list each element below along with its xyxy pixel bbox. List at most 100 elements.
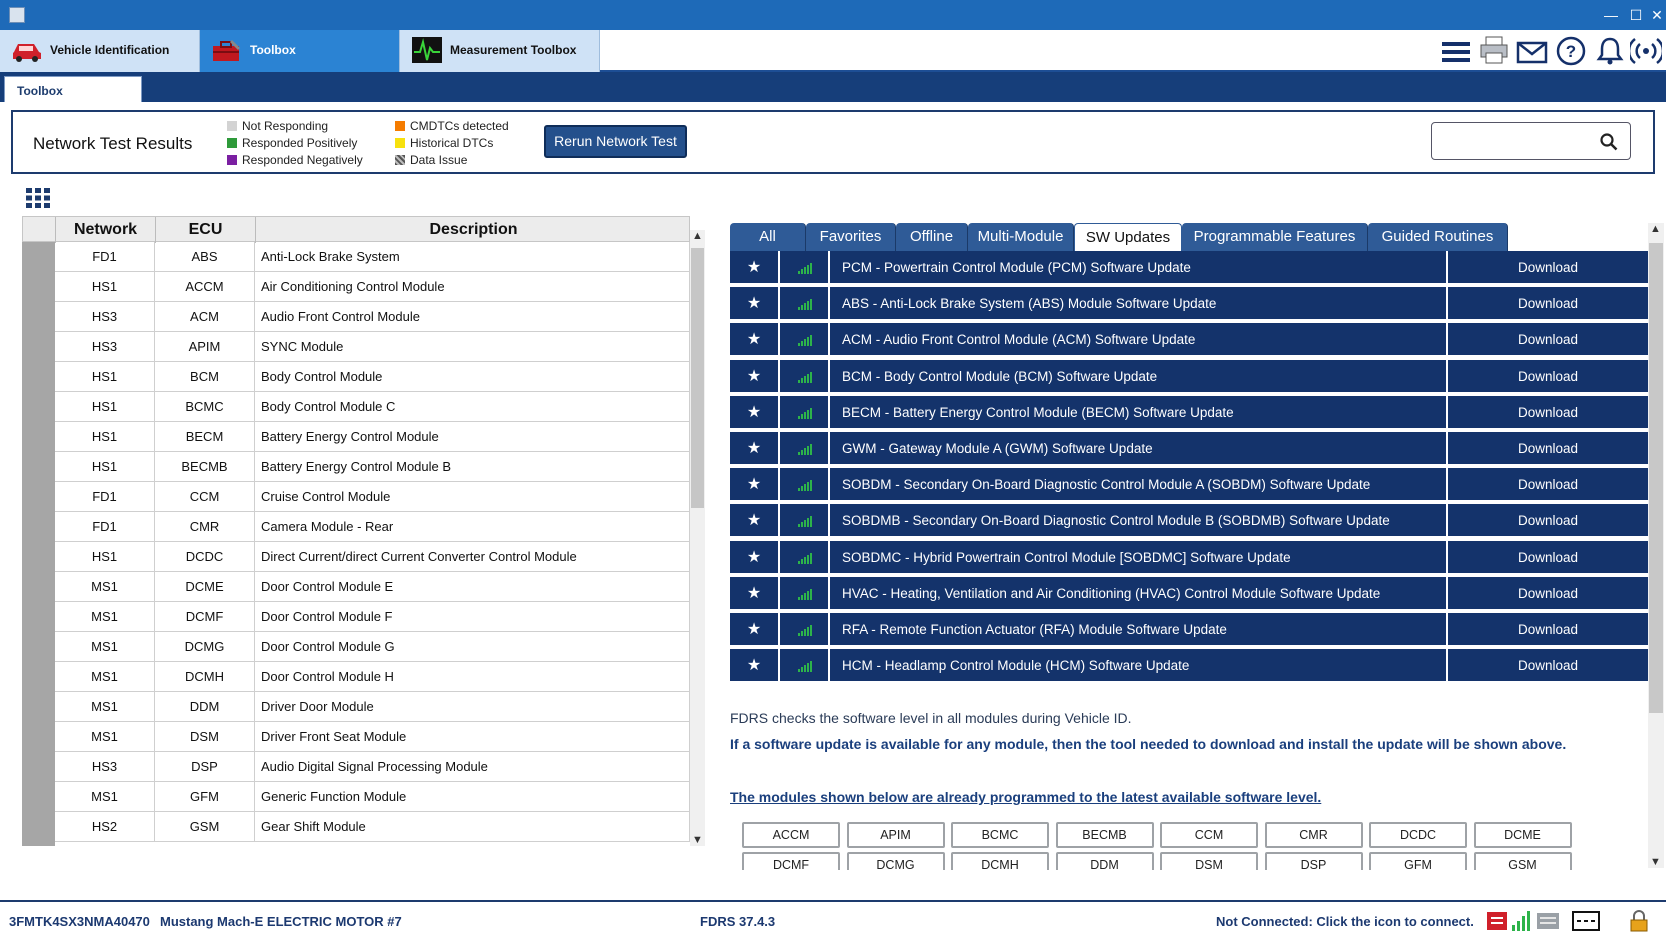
update-row[interactable]: ★ ACM - Audio Front Control Module (ACM) … (730, 323, 1648, 358)
update-row[interactable]: ★ PCM - Powertrain Control Module (PCM) S… (730, 251, 1648, 285)
search-icon[interactable] (1600, 133, 1618, 151)
scroll-down-arrow[interactable]: ▼ (1648, 856, 1663, 868)
download-button[interactable]: Download (1446, 504, 1648, 539)
download-button[interactable]: Download (1446, 323, 1648, 358)
favorite-star-icon[interactable]: ★ (730, 251, 780, 285)
table-row[interactable]: HS1 DCDC Direct Current/direct Current Con… (55, 542, 690, 572)
update-row[interactable]: ★ BECM - Battery Energy Control Module (B… (730, 395, 1648, 430)
download-button[interactable]: Download (1446, 432, 1648, 466)
grid-view-icon[interactable] (25, 187, 51, 209)
module-button[interactable]: DCMF (742, 852, 840, 870)
wireless-icon[interactable] (1630, 35, 1662, 67)
download-button[interactable]: Download (1446, 540, 1648, 575)
favorite-star-icon[interactable]: ★ (730, 540, 780, 575)
module-button[interactable]: DCDC (1369, 822, 1467, 848)
header-network[interactable]: Network (56, 217, 156, 243)
module-button[interactable]: DCME (1473, 822, 1572, 848)
module-button[interactable]: BCMC (951, 822, 1049, 848)
favorite-star-icon[interactable]: ★ (730, 613, 780, 647)
keyboard-icon[interactable] (1536, 910, 1560, 932)
table-row[interactable]: HS1 BCMC Body Control Module C (55, 392, 690, 422)
tab-offline[interactable]: Offline (896, 223, 968, 251)
download-button[interactable]: Download (1446, 613, 1648, 647)
favorite-star-icon[interactable]: ★ (730, 576, 780, 611)
table-row[interactable]: MS1 DCMF Door Control Module F (55, 602, 690, 632)
scroll-down-arrow[interactable]: ▼ (690, 834, 705, 846)
download-button[interactable]: Download (1446, 649, 1648, 684)
module-button[interactable]: ACCM (742, 822, 840, 848)
update-row[interactable]: ★ ABS - Anti-Lock Brake System (ABS) Modu… (730, 287, 1648, 322)
download-button[interactable]: Download (1446, 395, 1648, 430)
table-row[interactable]: HS1 BECMB Battery Energy Control Module B (55, 452, 690, 482)
download-button[interactable]: Download (1446, 468, 1648, 503)
tab-favorites[interactable]: Favorites (806, 223, 896, 251)
table-row[interactable]: FD1 CCM Cruise Control Module (55, 482, 690, 512)
update-row[interactable]: ★ SOBDMC - Hybrid Powertrain Control Modu… (730, 540, 1648, 575)
table-row[interactable]: HS3 DSP Audio Digital Signal Processing Mo… (55, 752, 690, 782)
tab-vehicle-identification[interactable]: Vehicle Identification (0, 30, 200, 72)
update-row[interactable]: ★ GWM - Gateway Module A (GWM) Software U… (730, 432, 1648, 466)
rerun-network-test-button[interactable]: Rerun Network Test (544, 125, 687, 158)
table-row[interactable]: HS2 GSM Gear Shift Module (55, 812, 690, 842)
module-button[interactable]: APIM (846, 822, 945, 848)
mail-icon[interactable] (1516, 36, 1548, 68)
search-input[interactable] (1431, 122, 1631, 160)
ethernet-icon[interactable] (1572, 910, 1600, 932)
table-row[interactable]: MS1 DDM Driver Door Module (55, 692, 690, 722)
module-button[interactable]: DCMH (951, 852, 1049, 870)
update-row[interactable]: ★ BCM - Body Control Module (BCM) Softwar… (730, 359, 1648, 394)
table-row[interactable]: HS3 APIM SYNC Module (55, 332, 690, 362)
favorite-star-icon[interactable]: ★ (730, 323, 780, 358)
table-row[interactable]: HS3 ACM Audio Front Control Module (55, 302, 690, 332)
menu-icon[interactable] (1440, 36, 1472, 68)
table-row[interactable]: MS1 DCMH Door Control Module H (55, 662, 690, 692)
scroll-up-arrow[interactable]: ▲ (1648, 223, 1663, 235)
favorite-star-icon[interactable]: ★ (730, 468, 780, 503)
table-row[interactable]: HS1 ACCM Air Conditioning Control Module (55, 272, 690, 302)
module-button[interactable]: DCMG (846, 852, 945, 870)
scroll-up-arrow[interactable]: ▲ (690, 230, 705, 242)
table-row[interactable]: HS1 BCM Body Control Module (55, 362, 690, 392)
ecu-table-scrollbar[interactable]: ▲ ▼ (690, 230, 705, 846)
table-row[interactable]: MS1 GFM Generic Function Module (55, 782, 690, 812)
module-button[interactable]: CMR (1264, 822, 1363, 848)
tab-sw-updates[interactable]: SW Updates (1074, 223, 1182, 251)
favorite-star-icon[interactable]: ★ (730, 287, 780, 322)
module-button[interactable]: GSM (1473, 852, 1572, 870)
tab-guided-routines[interactable]: Guided Routines (1368, 223, 1508, 251)
close-button[interactable]: ✕ (1650, 4, 1664, 26)
download-button[interactable]: Download (1446, 576, 1648, 611)
download-button[interactable]: Download (1446, 287, 1648, 322)
lock-icon[interactable] (1628, 910, 1650, 932)
download-button[interactable]: Download (1446, 359, 1648, 394)
table-row[interactable]: HS1 BECM Battery Energy Control Module (55, 422, 690, 452)
module-button[interactable]: DSP (1264, 852, 1363, 870)
tab-measurement-toolbox[interactable]: Measurement Toolbox (400, 30, 600, 72)
maximize-button[interactable]: ☐ (1625, 4, 1647, 26)
module-button[interactable]: CCM (1160, 822, 1258, 848)
scrollbar-thumb[interactable] (1649, 243, 1663, 713)
tab-multi-module[interactable]: Multi-Module (968, 223, 1074, 251)
favorite-star-icon[interactable]: ★ (730, 649, 780, 684)
table-row[interactable]: FD1 ABS Anti-Lock Brake System (55, 242, 690, 272)
header-ecu[interactable]: ECU (156, 217, 256, 243)
update-row[interactable]: ★ SOBDMB - Secondary On-Board Diagnostic … (730, 504, 1648, 539)
update-row[interactable]: ★ SOBDM - Secondary On-Board Diagnostic C… (730, 468, 1648, 503)
table-row[interactable]: MS1 DCMG Door Control Module G (55, 632, 690, 662)
tab-all[interactable]: All (730, 223, 806, 251)
favorite-star-icon[interactable]: ★ (730, 359, 780, 394)
favorite-star-icon[interactable]: ★ (730, 504, 780, 539)
minimize-button[interactable]: — (1600, 4, 1622, 26)
favorite-star-icon[interactable]: ★ (730, 395, 780, 430)
table-row[interactable]: MS1 DCME Door Control Module E (55, 572, 690, 602)
module-button[interactable]: DDM (1055, 852, 1154, 870)
favorite-star-icon[interactable]: ★ (730, 432, 780, 466)
tab-toolbox-sub[interactable]: Toolbox (4, 76, 142, 102)
help-icon[interactable]: ? (1555, 35, 1587, 67)
printer-icon[interactable] (1478, 34, 1510, 66)
table-row[interactable]: MS1 DSM Driver Front Seat Module (55, 722, 690, 752)
module-button[interactable]: BECMB (1055, 822, 1154, 848)
vci-icon[interactable] (1486, 910, 1508, 932)
update-row[interactable]: ★ HVAC - Heating, Ventilation and Air Con… (730, 576, 1648, 611)
scrollbar-thumb[interactable] (691, 248, 704, 508)
